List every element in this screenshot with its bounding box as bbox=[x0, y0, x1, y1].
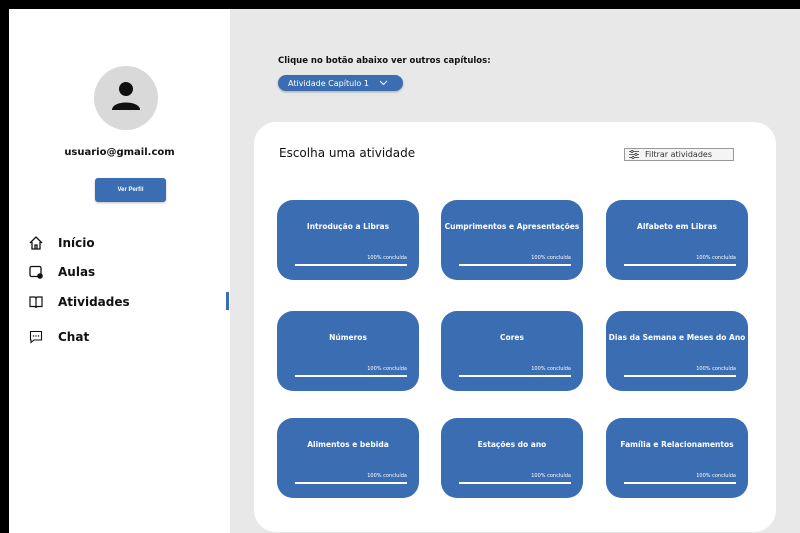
home-icon bbox=[28, 235, 44, 251]
activity-card[interactable]: Alimentos e bebida 100% concluída bbox=[277, 418, 419, 498]
activity-progress: 100% concluída bbox=[696, 255, 736, 261]
filter-activities-button[interactable]: Filtrar atividades bbox=[624, 148, 734, 161]
panel-title: Escolha uma atividade bbox=[279, 146, 416, 160]
sidebar: usuario@gmail.com Ver Perfil Início Aula… bbox=[9, 9, 230, 533]
chapter-prompt: Clique no botão abaixo ver outros capítu… bbox=[278, 56, 491, 66]
activity-name: Cumprimentos e Apresentações bbox=[444, 222, 580, 231]
activity-card[interactable]: Dias da Semana e Meses do Ano 100% concl… bbox=[606, 311, 748, 391]
sidebar-item-label: Atividades bbox=[58, 295, 130, 309]
activity-progress: 100% concluída bbox=[367, 255, 407, 261]
activity-progress: 100% concluída bbox=[531, 255, 571, 261]
progress-bar bbox=[624, 482, 736, 484]
active-nav-indicator bbox=[226, 292, 229, 310]
sidebar-item-label: Aulas bbox=[58, 265, 96, 279]
activity-name: Alfabeto em Libras bbox=[637, 222, 717, 231]
chapter-select-value: Atividade Capítulo 1 bbox=[288, 78, 369, 88]
user-icon bbox=[112, 82, 140, 110]
activity-name: Estações do ano bbox=[477, 440, 547, 449]
activity-progress: 100% concluída bbox=[696, 366, 736, 372]
filter-label: Filtrar atividades bbox=[645, 150, 712, 159]
activity-name: Introdução a Libras bbox=[306, 222, 390, 231]
activity-card[interactable]: Números 100% concluída bbox=[277, 311, 419, 391]
activity-name: Números bbox=[329, 333, 367, 342]
progress-bar bbox=[295, 264, 407, 266]
sidebar-item-label: Chat bbox=[58, 330, 90, 344]
app-window: usuario@gmail.com Ver Perfil Início Aula… bbox=[9, 9, 800, 533]
sidebar-item-label: Início bbox=[58, 236, 95, 250]
activity-progress: 100% concluída bbox=[367, 366, 407, 372]
avatar[interactable] bbox=[94, 66, 158, 130]
view-profile-button[interactable]: Ver Perfil bbox=[95, 178, 166, 202]
activity-name: Alimentos e bebida bbox=[307, 440, 389, 449]
activity-card[interactable]: Introdução a Libras 100% concluída bbox=[277, 200, 419, 280]
main-content: Clique no botão abaixo ver outros capítu… bbox=[230, 9, 800, 533]
activities-panel: Escolha uma atividade Filtrar atividades… bbox=[254, 122, 776, 532]
progress-bar bbox=[459, 375, 571, 377]
activity-card[interactable]: Cumprimentos e Apresentações 100% conclu… bbox=[441, 200, 583, 280]
progress-bar bbox=[459, 482, 571, 484]
filter-sliders-icon bbox=[629, 150, 639, 159]
sidebar-item-chat[interactable]: Chat bbox=[28, 327, 89, 347]
sidebar-item-aulas[interactable]: Aulas bbox=[28, 262, 95, 282]
activity-progress: 100% concluída bbox=[531, 366, 571, 372]
activity-card[interactable]: Cores 100% concluída bbox=[441, 311, 583, 391]
activity-progress: 100% concluída bbox=[696, 473, 736, 479]
activity-card[interactable]: Família e Relacionamentos 100% concluída bbox=[606, 418, 748, 498]
sidebar-item-atividades[interactable]: Atividades bbox=[28, 292, 130, 312]
activity-progress: 100% concluída bbox=[367, 473, 407, 479]
user-email: usuario@gmail.com bbox=[64, 147, 175, 158]
progress-bar bbox=[295, 482, 407, 484]
chapter-select[interactable]: Atividade Capítulo 1 bbox=[278, 75, 403, 91]
activity-name: Dias da Semana e Meses do Ano bbox=[608, 333, 746, 342]
activity-name: Família e Relacionamentos bbox=[620, 440, 734, 449]
sidebar-item-inicio[interactable]: Início bbox=[28, 233, 95, 253]
progress-bar bbox=[624, 264, 736, 266]
chevron-down-icon bbox=[379, 80, 388, 86]
progress-bar bbox=[624, 375, 736, 377]
book-icon bbox=[28, 294, 44, 310]
activity-card[interactable]: Estações do ano 100% concluída bbox=[441, 418, 583, 498]
chat-icon bbox=[28, 329, 44, 345]
activity-name: Cores bbox=[500, 333, 524, 342]
activity-progress: 100% concluída bbox=[531, 473, 571, 479]
activity-card[interactable]: Alfabeto em Libras 100% concluída bbox=[606, 200, 748, 280]
progress-bar bbox=[295, 375, 407, 377]
progress-bar bbox=[459, 264, 571, 266]
video-lessons-icon bbox=[28, 264, 44, 280]
